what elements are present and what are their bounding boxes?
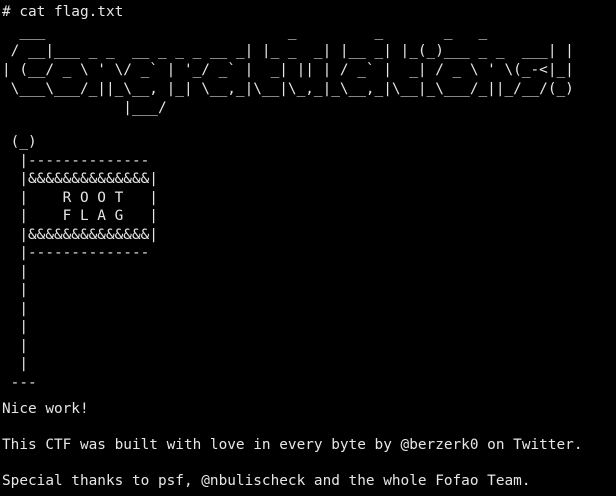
nice-work-message: Nice work! [2, 401, 89, 417]
root-flag-ascii-art: (_) |-------------- |&&&&&&&&&&&&&&| | R… [10, 134, 158, 391]
terminal-output: # cat flag.txt ___ _ _ _ _ _ / __|___ _ … [2, 3, 614, 493]
congratulations-ascii-banner: ___ _ _ _ _ _ / __|___ _ _ __ _ _ _ __ _… [2, 24, 574, 116]
credits-message: This CTF was built with love in every by… [2, 437, 583, 453]
thanks-message: Special thanks to psf, @nbulischeck and … [2, 473, 531, 489]
command-prompt-line: # cat flag.txt [2, 4, 124, 20]
